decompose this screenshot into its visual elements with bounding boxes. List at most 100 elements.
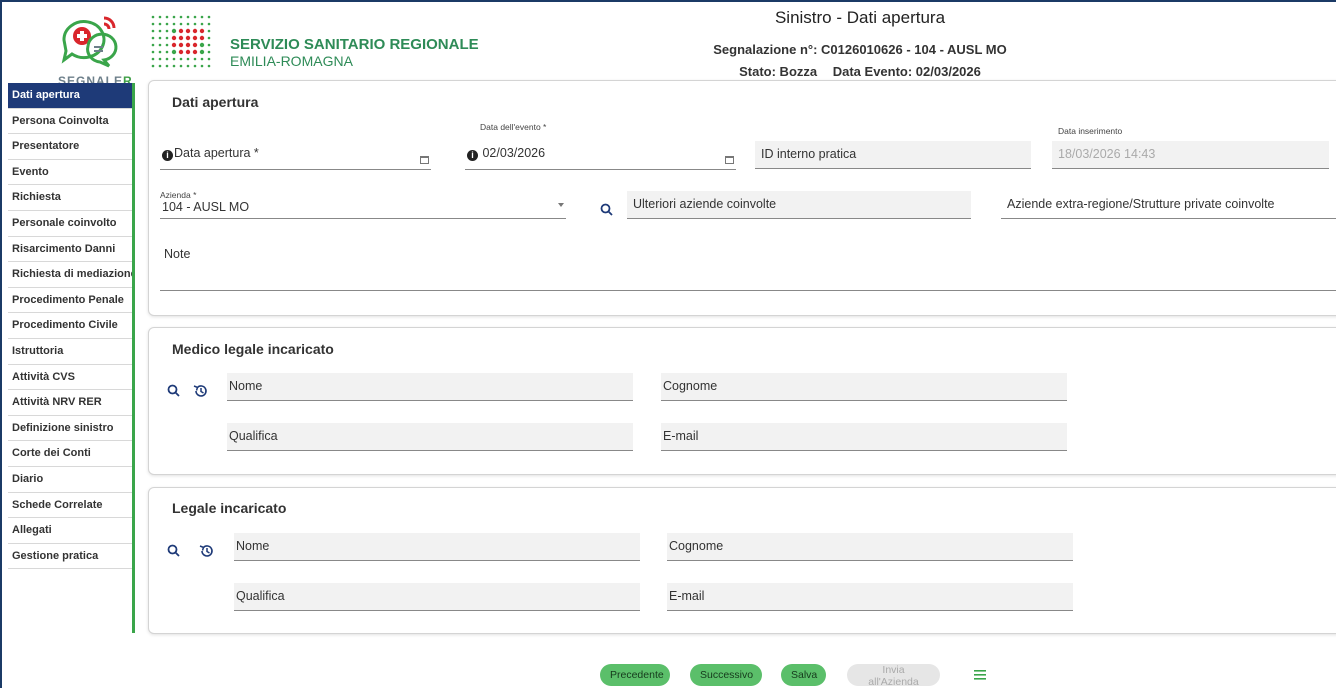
azienda-select[interactable]: Azienda * 104 - AUSL MO [160, 190, 566, 219]
logo-dot [165, 64, 169, 68]
logo-dot [172, 57, 176, 61]
logo-dot [199, 35, 205, 41]
sidebar-item-evento[interactable]: Evento [8, 160, 132, 186]
report-number: Segnalazione n°: C0126010626 - 104 - AUS… [713, 42, 1007, 57]
medico-email-input[interactable]: E-mail [661, 423, 1067, 451]
calendar-icon[interactable] [725, 156, 734, 164]
card-dati-apertura: Dati apertura i Data apertura * Data dell… [148, 80, 1336, 316]
logo-dot [151, 15, 155, 19]
id-interno-input[interactable]: ID interno pratica [755, 141, 1031, 169]
logo-dot [165, 57, 169, 61]
logo-dot [193, 15, 197, 19]
sidebar-item-definizione-sinistro[interactable]: Definizione sinistro [8, 416, 132, 442]
logo-dot [207, 29, 211, 33]
logo-dot [165, 43, 169, 47]
logo-dot [185, 42, 191, 48]
logo-dot [172, 22, 176, 26]
sidebar-item-richiesta-mediazione[interactable]: Richiesta di mediazione [8, 262, 132, 288]
save-button[interactable]: Salva [781, 664, 826, 686]
legale-nome-input[interactable]: Nome [234, 533, 640, 561]
legale-qualifica-input[interactable]: Qualifica [234, 583, 640, 611]
logo-dot [193, 64, 197, 68]
medico-nome-input[interactable]: Nome [227, 373, 633, 401]
logo-dot [158, 64, 162, 68]
legale-cognome-input[interactable]: Cognome [667, 533, 1073, 561]
status-badge: Stato: Bozza [739, 64, 818, 79]
logo-dot [158, 36, 162, 40]
sidebar-item-diario[interactable]: Diario [8, 467, 132, 493]
chat-cross-icon [61, 16, 118, 68]
logo-dot [193, 22, 197, 26]
aziende-extra-input[interactable]: Aziende extra-regione/Strutture private … [1001, 191, 1336, 219]
next-button[interactable]: Successivo [690, 664, 762, 686]
chevron-down-icon[interactable] [558, 203, 564, 207]
search-icon[interactable] [166, 543, 182, 559]
logo-dot [178, 49, 184, 55]
logo-dot [200, 22, 204, 26]
sidebar-nav: Dati apertura Persona Coinvolta Presenta… [8, 83, 135, 633]
info-icon: i [467, 150, 478, 161]
logo-dot [186, 15, 190, 19]
logo-dot [185, 49, 191, 55]
logo-dot [151, 50, 155, 54]
legale-email-input[interactable]: E-mail [667, 583, 1073, 611]
ssr-subtitle: EMILIA-ROMAGNA [230, 53, 353, 69]
logo-dot [192, 49, 198, 55]
logo-dot [185, 28, 191, 34]
logo-dot [207, 43, 211, 47]
sidebar-item-dati-apertura[interactable]: Dati apertura [8, 83, 132, 109]
sidebar-item-allegati[interactable]: Allegati [8, 518, 132, 544]
sidebar-item-persona-coinvolta[interactable]: Persona Coinvolta [8, 109, 132, 135]
search-icon[interactable] [599, 202, 615, 218]
logo-dot [158, 57, 162, 61]
sidebar-item-istruttoria[interactable]: Istruttoria [8, 339, 132, 365]
sidebar-item-attivita-nrv-rer[interactable]: Attività NRV RER [8, 390, 132, 416]
data-apertura-field[interactable]: i Data apertura * [160, 137, 431, 170]
logo-dot [185, 35, 191, 41]
data-evento-field[interactable]: Data dell'evento * i 02/03/2026 [465, 122, 736, 170]
logo-dot [186, 64, 190, 68]
ulteriori-aziende-input[interactable]: Ulteriori aziende coinvolte [627, 191, 971, 219]
logo-dot [151, 43, 155, 47]
logo-dot [151, 22, 155, 26]
sidebar-item-procedimento-civile[interactable]: Procedimento Civile [8, 313, 132, 339]
logo-dot [165, 22, 169, 26]
status-line: Stato: Bozza Data Evento: 02/03/2026 [660, 64, 1060, 79]
sidebar-item-gestione-pratica[interactable]: Gestione pratica [8, 544, 132, 570]
page-title: Sinistro - Dati apertura [774, 8, 946, 27]
sidebar-item-procedimento-penale[interactable]: Procedimento Penale [8, 288, 132, 314]
logo-dot [192, 42, 198, 48]
logo-dot [172, 64, 176, 68]
calendar-icon[interactable] [420, 156, 429, 164]
logo-dot [179, 22, 183, 26]
menu-icon[interactable] [974, 670, 986, 680]
logo-dot [178, 28, 184, 34]
data-inserimento-field: Data inserimento 18/03/2026 14:43 [1052, 126, 1329, 169]
history-icon[interactable] [193, 383, 209, 399]
sidebar-item-richiesta[interactable]: Richiesta [8, 185, 132, 211]
logo-dot [178, 35, 184, 41]
logo-dot [158, 43, 162, 47]
sidebar-item-risarcimento-danni[interactable]: Risarcimento Danni [8, 237, 132, 263]
sidebar-item-personale-coinvolto[interactable]: Personale coinvolto [8, 211, 132, 237]
logo-dot [171, 49, 177, 55]
medico-qualifica-input[interactable]: Qualifica [227, 423, 633, 451]
logo-dot [171, 28, 177, 34]
search-icon[interactable] [166, 383, 182, 399]
sidebar-item-corte-dei-conti[interactable]: Corte dei Conti [8, 441, 132, 467]
sidebar-item-presentatore[interactable]: Presentatore [8, 134, 132, 160]
history-icon[interactable] [199, 543, 215, 559]
logo-dot [158, 29, 162, 33]
logo-dot [171, 35, 177, 41]
logo-dot [179, 64, 183, 68]
sidebar-item-schede-correlate[interactable]: Schede Correlate [8, 493, 132, 519]
logo-dot [199, 28, 205, 34]
logo-dot [165, 36, 169, 40]
logo-dot [207, 57, 211, 61]
medico-cognome-input[interactable]: Cognome [661, 373, 1067, 401]
section-title-legale: Legale incaricato [172, 500, 287, 516]
sidebar-item-attivita-cvs[interactable]: Attività CVS [8, 365, 132, 391]
prev-button[interactable]: Precedente [600, 664, 670, 686]
note-textarea[interactable]: Note [160, 239, 1336, 291]
logo-dot [199, 49, 205, 55]
